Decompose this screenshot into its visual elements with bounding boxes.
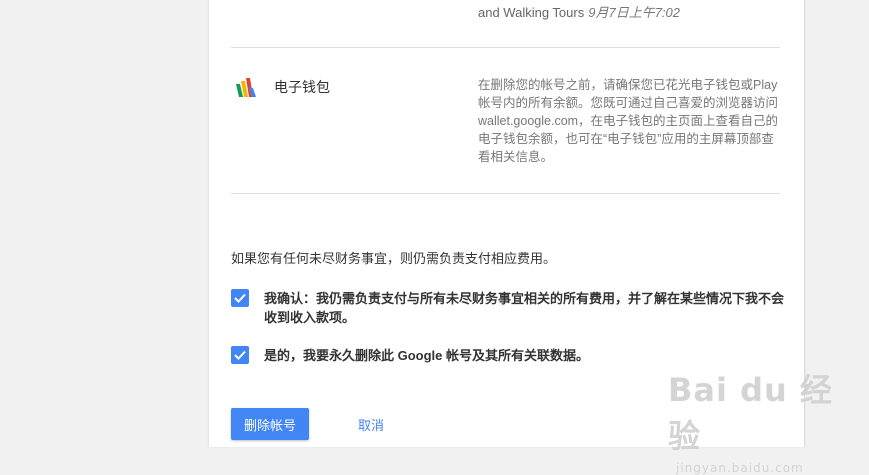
divider: [231, 47, 780, 48]
confirm-financial-checkbox[interactable]: [231, 289, 249, 307]
service-name: 电子钱包: [274, 79, 330, 95]
google-wallet-icon: [235, 76, 257, 98]
confirm-financial-label: 我确认：我仍需负责支付与所有未尽财务事宜相关的所有费用，并了解在某些情况下我不会…: [264, 291, 785, 325]
baidu-jingyan-watermark: Bai du 经验 jingyan.baidu.com: [668, 365, 858, 475]
watermark-url: jingyan.baidu.com: [676, 461, 804, 475]
service-description: 在删除您的帐号之前，请确保您已花光电子钱包或Play 帐号内的所有余额。您既可通…: [478, 78, 779, 164]
confirm-delete-checkbox[interactable]: [231, 346, 249, 364]
confirm-delete-label: 是的，我要永久删除此 Google 帐号及其所有关联数据。: [264, 348, 590, 363]
financial-notice: 如果您有任何未尽财务事宜，则仍需负责支付相应费用。: [231, 251, 557, 266]
divider: [231, 193, 780, 194]
previous-service-timestamp: 9月7日上午7:02: [588, 5, 680, 20]
watermark-brand: Bai du 经验: [668, 371, 833, 455]
checkmark-icon: [234, 293, 246, 303]
previous-service-text: and Walking Tours: [478, 5, 585, 20]
checkmark-icon: [234, 350, 246, 360]
cancel-button[interactable]: 取消: [339, 408, 403, 440]
previous-service-row: and Walking Tours 9月7日上午7:02: [478, 4, 798, 22]
delete-account-button[interactable]: 删除帐号: [231, 408, 309, 440]
